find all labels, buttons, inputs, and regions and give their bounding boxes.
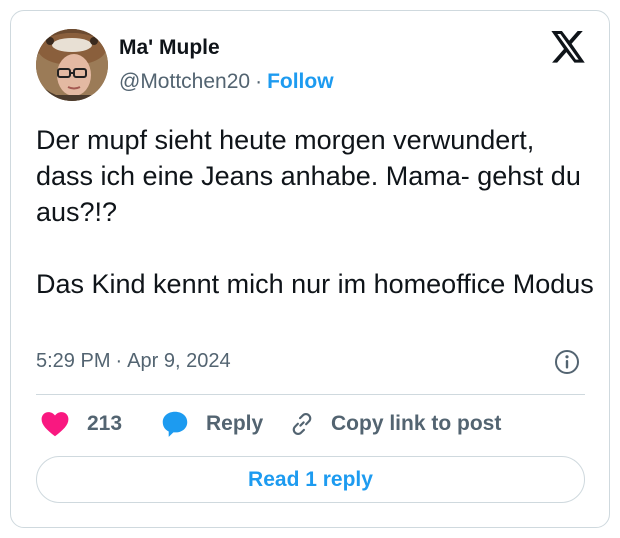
separator-dot: · (115, 350, 123, 372)
reply-label: Reply (206, 412, 264, 435)
author-handle-line: @Mottchen20 · Follow (119, 70, 334, 94)
date: Apr 9, 2024 (127, 350, 231, 372)
read-replies-label: Read 1 reply (248, 467, 373, 491)
author-handle[interactable]: @Mottchen20 (119, 70, 250, 93)
link-icon (292, 412, 312, 436)
divider (36, 394, 585, 395)
copy-link-label: Copy link to post (331, 412, 502, 435)
like-button[interactable]: 213 (41, 409, 122, 439)
time: 5:29 PM (36, 350, 111, 372)
x-logo-icon[interactable] (549, 31, 587, 65)
tweet-text: Der mupf sieht heute morgen verwundert, … (36, 125, 594, 299)
heart-icon (41, 412, 69, 437)
follow-button[interactable]: Follow (267, 70, 334, 93)
copy-link-button[interactable]: Copy link to post (289, 409, 501, 439)
author-name[interactable]: Ma' Muple (119, 36, 220, 60)
like-count: 213 (87, 412, 123, 435)
tweet-card: Ma' Muple @Mottchen20 · Follow Der mupf si… (10, 10, 610, 528)
speech-bubble-icon (162, 411, 188, 437)
timestamp[interactable]: 5:29 PM · Apr 9, 2024 (36, 350, 231, 373)
reply-button[interactable]: Reply (161, 409, 263, 439)
read-replies-button[interactable]: Read 1 reply (36, 456, 585, 503)
info-icon[interactable] (554, 349, 580, 375)
separator-dot: · (255, 70, 263, 93)
avatar[interactable] (36, 29, 108, 101)
